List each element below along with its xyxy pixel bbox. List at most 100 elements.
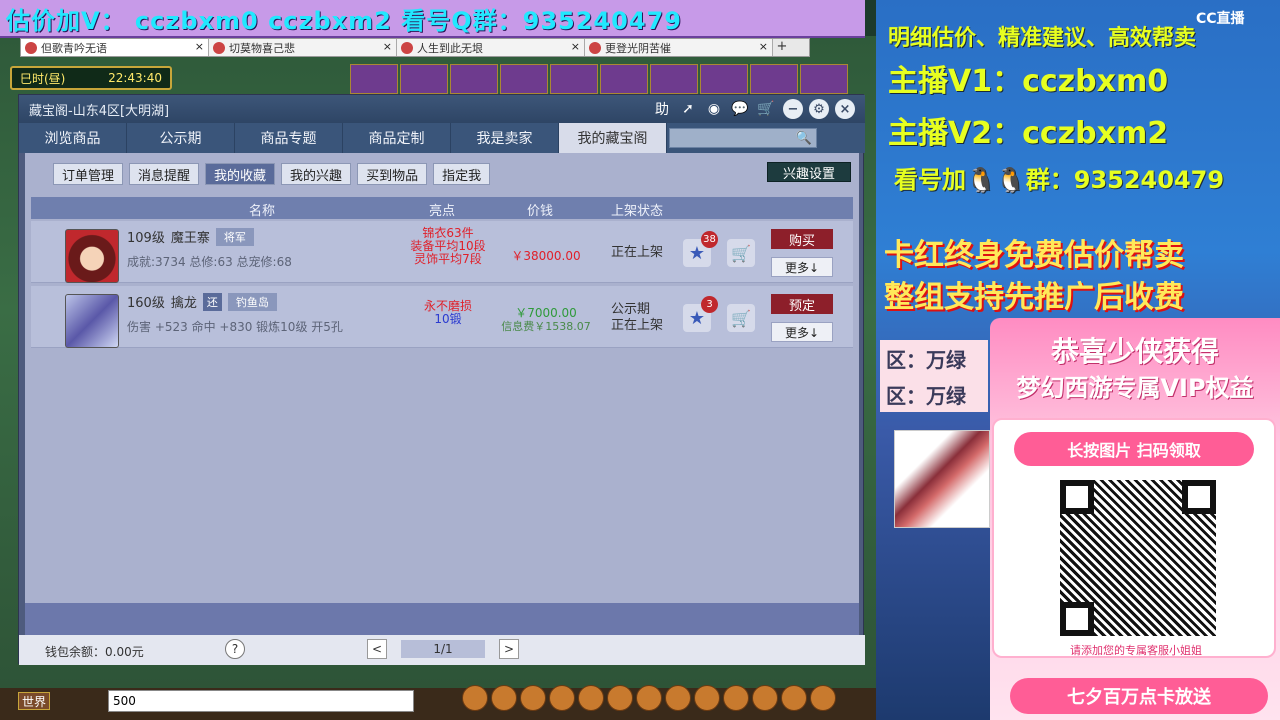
promo-line-1: 卡红终身免费估价帮卖 [884,238,1184,273]
tab-publicity[interactable]: 公示期 [127,123,235,153]
next-page-button[interactable]: > [499,639,519,659]
vip-title-2: 梦幻西游专属VIP权益 [1016,374,1254,402]
skill-icon[interactable] [723,685,749,711]
help-button[interactable]: 助 [651,98,673,120]
skill-icon[interactable] [607,685,633,711]
skill-icon[interactable] [752,685,778,711]
subtab-favorites[interactable]: 我的收藏 [205,163,276,185]
share-icon[interactable]: ➚ [677,98,699,120]
item-price: ￥38000.00 [511,249,581,263]
wallet-balance: 钱包余额：0.00元 [45,645,144,659]
content-area: 订单管理 消息提醒 我的收藏 我的兴趣 买到物品 指定我 兴趣设置 名称 亮点 … [25,153,859,603]
skill-icon[interactable] [781,685,807,711]
add-tab-button[interactable]: + [773,39,791,56]
tab-my-pavilion[interactable]: 我的藏宝阁 [559,123,667,153]
close-icon[interactable]: × [195,40,204,53]
qr-card: 长按图片 扫码领取 请添加您的专属客服小姐姐 [992,418,1276,658]
buy-button[interactable]: 购买 [771,229,833,249]
game-tab[interactable]: 人生到此无垠 × [397,39,585,56]
game-clock: 巳时(昼) 22:43:40 [10,66,172,90]
qr-corner [1060,480,1094,514]
search-input[interactable]: 🔍 [669,128,817,148]
tab-topics[interactable]: 商品专题 [235,123,343,153]
qr-code[interactable] [1060,480,1216,636]
avatar[interactable] [800,64,848,94]
tab-custom[interactable]: 商品定制 [343,123,451,153]
avatar[interactable] [450,64,498,94]
item-title: 109级 魔王寨 将军 [127,227,254,246]
minimize-button[interactable]: − [783,99,803,119]
item-level: 109级 [127,231,165,246]
skill-icon[interactable] [694,685,720,711]
avatar[interactable] [550,64,598,94]
favorite-count-badge: 38 [701,231,718,248]
table-header: 名称 亮点 价钱 上架状态 [31,197,853,219]
search-icon[interactable]: 🔍 [796,131,812,146]
page-indicator: 1/1 [401,640,485,658]
interest-settings-button[interactable]: 兴趣设置 [767,162,851,182]
avatar[interactable] [400,64,448,94]
table-row[interactable]: 109级 魔王寨 将军 成就:3734 总修:63 总宠修:68 锦衣63件 装… [31,221,853,283]
character-icon [25,41,37,54]
time-period: 巳时(昼) [20,71,66,86]
avatar[interactable] [500,64,548,94]
close-button[interactable]: × [835,99,855,119]
favorite-count-badge: 3 [701,296,718,313]
avatar[interactable] [650,64,698,94]
game-tab[interactable]: 更登光阴苦催 × [585,39,773,56]
side-line-2: 主播V1：cczbxm0 [888,64,1169,99]
server-list: 区：万绿 区：万绿 [880,340,988,412]
tab-seller[interactable]: 我是卖家 [451,123,559,153]
close-icon[interactable]: × [759,40,768,53]
cart-icon[interactable]: 🛒 [755,98,777,120]
avatar[interactable] [750,64,798,94]
avatar[interactable] [700,64,748,94]
subtab-orders[interactable]: 订单管理 [53,163,124,185]
skill-icon[interactable] [636,685,662,711]
skill-icon[interactable] [810,685,836,711]
character-portrait[interactable] [65,229,119,283]
skill-icon[interactable] [665,685,691,711]
help-icon[interactable]: ? [225,639,245,659]
weapon-image [894,430,990,528]
chat-channel-button[interactable]: 世界 [18,692,50,710]
more-button[interactable]: 更多↓ [771,257,833,277]
game-tab[interactable]: 但歌青吟无语 × [21,39,209,56]
record-icon[interactable]: ◉ [703,98,725,120]
cart-icon[interactable]: 🛒 [727,304,755,332]
skill-icon[interactable] [462,685,488,711]
chat-input[interactable]: 500 [108,690,414,712]
weapon-thumbnail[interactable] [65,294,119,348]
more-button[interactable]: 更多↓ [771,322,833,342]
subtab-messages[interactable]: 消息提醒 [129,163,200,185]
subtab-purchased[interactable]: 买到物品 [357,163,428,185]
col-name: 名称 [249,204,276,219]
close-icon[interactable]: × [383,40,392,53]
window-titlebar[interactable]: 藏宝阁-山东4区[大明湖] 助 ➚ ◉ 💬 🛒 − ⚙ × [19,95,865,123]
server-item: 区：万绿 [886,383,966,408]
game-tab[interactable]: 切莫物喜己悲 × [209,39,397,56]
game-tab-strip: 但歌青吟无语 × 切莫物喜己悲 × 人生到此无垠 × 更登光阴苦催 × + [20,38,810,57]
skill-icon[interactable] [549,685,575,711]
prev-page-button[interactable]: < [367,639,387,659]
tab-browse[interactable]: 浏览商品 [19,123,127,153]
chat-icon[interactable]: 💬 [729,98,751,120]
subtab-designated[interactable]: 指定我 [433,163,491,185]
avatar[interactable] [350,64,398,94]
cart-icon[interactable]: 🛒 [727,239,755,267]
subtab-interests[interactable]: 我的兴趣 [281,163,352,185]
side-line-3: 主播V2：cczbxm2 [888,116,1169,151]
close-icon[interactable]: × [571,40,580,53]
server-item: 区：万绿 [886,347,966,372]
skill-icon[interactable] [520,685,546,711]
settings-button[interactable]: ⚙ [809,99,829,119]
skill-icon[interactable] [491,685,517,711]
side-line-1: 明细估价、精准建议、高效帮卖 [888,26,1197,51]
avatar[interactable] [600,64,648,94]
banner-text: 估价加V： cczbxm0 cczbxm2 看号Q群：935240479 [6,6,682,35]
time-value: 22:43:40 [108,71,162,85]
skill-icon[interactable] [578,685,604,711]
reserve-button[interactable]: 预定 [771,294,833,314]
item-fee: 信息费￥1538.07 [501,320,591,333]
table-row[interactable]: 160级 擒龙 还 钓鱼岛 伤害 +523 命中 +830 锻炼10级 开5孔 … [31,286,853,348]
